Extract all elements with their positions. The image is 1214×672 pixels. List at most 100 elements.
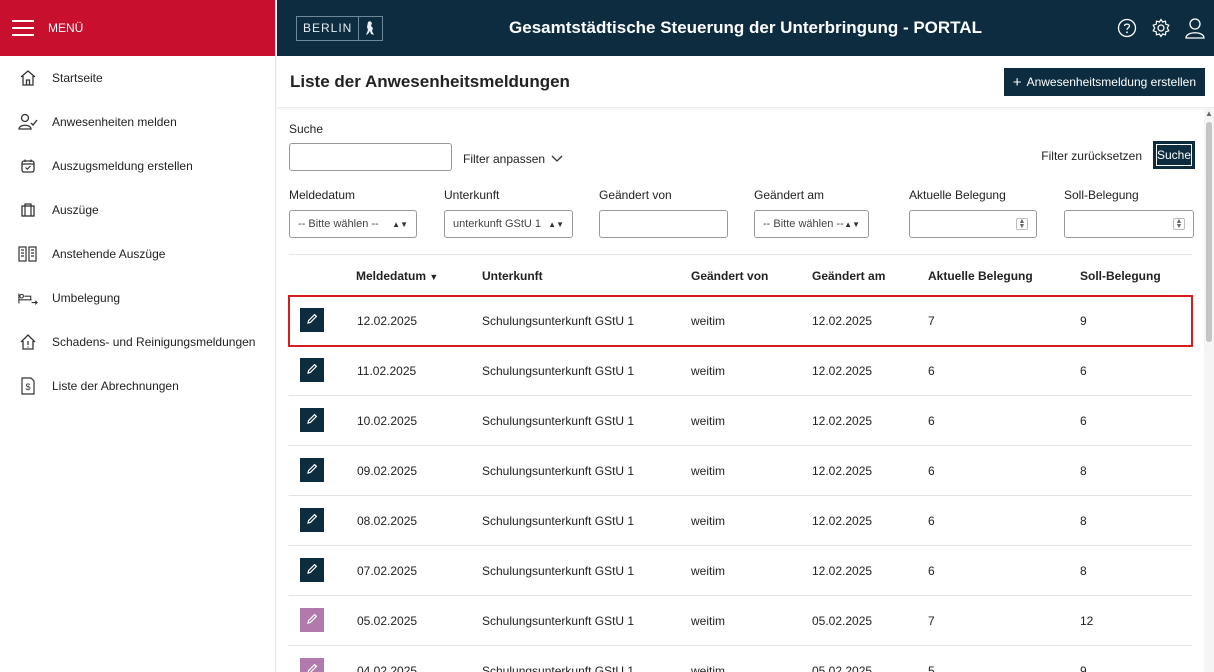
- filter-label: Geändert am: [754, 188, 825, 202]
- cell-meldedatum: 11.02.2025: [357, 364, 417, 378]
- cell-am: 12.02.2025: [812, 564, 873, 578]
- pencil-icon: [306, 413, 318, 428]
- spinner-icon[interactable]: ▲ ▼: [1173, 218, 1185, 230]
- sidebar-item-startseite[interactable]: Startseite: [0, 56, 275, 100]
- table-row[interactable]: 08.02.2025 Schulungsunterkunft GStU 1 weit…: [289, 496, 1192, 546]
- cell-aktuelle: 6: [928, 564, 935, 578]
- cell-aktuelle: 6: [928, 514, 935, 528]
- table-row[interactable]: 10.02.2025 Schulungsunterkunft GStU 1 weit…: [289, 396, 1192, 446]
- cell-aktuelle: 7: [928, 614, 935, 628]
- help-icon[interactable]: [1116, 17, 1138, 39]
- user-check-icon: [18, 112, 38, 132]
- user-icon[interactable]: [1184, 17, 1206, 39]
- sidebar-item-label: Schadens- und Reinigungsmeldungen: [52, 335, 256, 349]
- page-title: Liste der Anwesenheitsmeldungen: [290, 71, 570, 91]
- table-row[interactable]: 05.02.2025 Schulungsunterkunft GStU 1 weit…: [289, 596, 1192, 646]
- sidebar-item-auszuege[interactable]: Auszüge: [0, 188, 275, 232]
- edit-button[interactable]: [300, 458, 324, 482]
- col-meldedatum[interactable]: Meldedatum ▼: [356, 269, 438, 283]
- svg-text:$: $: [25, 382, 30, 392]
- col-geaendert-am[interactable]: Geändert am: [812, 269, 885, 283]
- aktuelle-number-input[interactable]: ▲ ▼: [909, 210, 1037, 238]
- bed-arrow-icon: [18, 288, 38, 308]
- cell-meldedatum: 12.02.2025: [357, 314, 418, 328]
- col-soll[interactable]: Soll-Belegung: [1080, 269, 1161, 283]
- filter-toggle[interactable]: Filter anpassen: [463, 152, 563, 166]
- table-row[interactable]: 04.02.2025 Schulungsunterkunft GStU 1 weit…: [289, 646, 1192, 672]
- soll-number-input[interactable]: ▲ ▼: [1064, 210, 1194, 238]
- cell-von: weitim: [691, 514, 726, 528]
- select-value: -- Bitte wählen --: [763, 218, 844, 230]
- filter-soll: Soll-Belegung ▲ ▼: [1064, 188, 1194, 238]
- sidebar-item-label: Startseite: [52, 71, 103, 85]
- cell-aktuelle: 6: [928, 414, 935, 428]
- sidebar-item-anstehende[interactable]: Anstehende Auszüge: [0, 232, 275, 276]
- edit-button[interactable]: [300, 308, 324, 332]
- chevron-down-icon: [551, 155, 563, 162]
- sidebar-item-abrechnungen[interactable]: $ Liste der Abrechnungen: [0, 364, 275, 408]
- filter-row: Meldedatum -- Bitte wählen -- ▲▼ Unterku…: [289, 188, 1195, 248]
- cell-meldedatum: 10.02.2025: [357, 414, 418, 428]
- spinner-icon[interactable]: ▲ ▼: [1016, 218, 1028, 230]
- sidebar-item-label: Anstehende Auszüge: [52, 247, 166, 261]
- col-aktuelle[interactable]: Aktuelle Belegung: [928, 269, 1033, 283]
- scrollbar-thumb[interactable]: [1206, 122, 1212, 342]
- cell-unterkunft: Schulungsunterkunft GStU 1: [482, 314, 635, 328]
- app-title: Gesamtstädtische Steuerung der Unterbrin…: [509, 18, 982, 37]
- filter-label: Meldedatum: [289, 188, 356, 202]
- sidebar: MENÜ Startseite Anwesenheiten melden Aus…: [0, 0, 276, 672]
- filter-geaendert-von: Geändert von: [599, 188, 728, 238]
- filter-label: Soll-Belegung: [1064, 188, 1139, 202]
- menu-toggle[interactable]: MENÜ: [0, 0, 275, 56]
- cell-von: weitim: [691, 664, 726, 672]
- table-row[interactable]: 09.02.2025 Schulungsunterkunft GStU 1 weit…: [289, 446, 1192, 496]
- geaendert-von-input[interactable]: [599, 210, 728, 238]
- sort-desc-icon: ▼: [429, 271, 439, 282]
- reports-table: Meldedatum ▼ Unterkunft Geändert von Geä…: [288, 254, 1193, 672]
- table-row[interactable]: 12.02.2025 Schulungsunterkunft GStU 1 weit…: [288, 295, 1193, 347]
- berlin-logo[interactable]: BERLIN: [296, 15, 384, 41]
- sidebar-item-anwesenheiten[interactable]: Anwesenheiten melden: [0, 100, 275, 144]
- search-button[interactable]: Suche: [1153, 141, 1195, 169]
- table-row[interactable]: 11.02.2025 Schulungsunterkunft GStU 1 weit…: [289, 346, 1192, 396]
- cell-unterkunft: Schulungsunterkunft GStU 1: [482, 364, 635, 378]
- cell-aktuelle: 7: [928, 314, 935, 328]
- meldedatum-select[interactable]: -- Bitte wählen -- ▲▼: [289, 210, 417, 238]
- search-area: Suche Filter anpassen Filter zurücksetze…: [289, 122, 1195, 171]
- edit-button[interactable]: [300, 508, 324, 532]
- edit-button[interactable]: [300, 558, 324, 582]
- gear-icon[interactable]: [1150, 17, 1172, 39]
- cell-soll: 9: [1080, 314, 1087, 328]
- bear-icon: [358, 15, 376, 41]
- filter-geaendert-am: Geändert am -- Bitte wählen -- ▲▼: [754, 188, 869, 238]
- edit-button[interactable]: [300, 658, 324, 672]
- edit-button[interactable]: [300, 408, 324, 432]
- unterkunft-select[interactable]: unterkunft GStU 1 ▲▼: [444, 210, 573, 238]
- cell-von: weitim: [691, 364, 726, 378]
- sidebar-item-auszugsmeldung[interactable]: Auszugsmeldung erstellen: [0, 144, 275, 188]
- sidebar-item-umbelegung[interactable]: Umbelegung: [0, 276, 275, 320]
- reset-filter-link[interactable]: Filter zurücksetzen: [1041, 149, 1142, 163]
- search-label: Suche: [289, 122, 324, 136]
- pencil-icon: [306, 663, 318, 672]
- pencil-icon: [306, 513, 318, 528]
- table-row[interactable]: 07.02.2025 Schulungsunterkunft GStU 1 weit…: [289, 546, 1192, 596]
- cell-aktuelle: 6: [928, 464, 935, 478]
- geaendert-am-select[interactable]: -- Bitte wählen -- ▲▼: [754, 210, 869, 238]
- select-value: unterkunft GStU 1: [453, 218, 542, 230]
- scroll-up-icon[interactable]: ▲: [1205, 109, 1213, 118]
- filter-aktuelle: Aktuelle Belegung ▲ ▼: [909, 188, 1037, 238]
- edit-button[interactable]: [300, 358, 324, 382]
- cell-meldedatum: 08.02.2025: [357, 514, 418, 528]
- sidebar-item-schadens[interactable]: Schadens- und Reinigungsmeldungen: [0, 320, 275, 364]
- scrollbar[interactable]: ▲: [1204, 108, 1214, 672]
- col-geaendert-von[interactable]: Geändert von: [691, 269, 768, 283]
- col-unterkunft[interactable]: Unterkunft: [482, 269, 543, 283]
- cell-soll: 8: [1080, 514, 1087, 528]
- table-header: Meldedatum ▼ Unterkunft Geändert von Geä…: [289, 254, 1192, 296]
- cell-meldedatum: 07.02.2025: [357, 564, 418, 578]
- sidebar-item-label: Umbelegung: [52, 291, 121, 305]
- search-input[interactable]: [289, 143, 452, 171]
- edit-button[interactable]: [300, 608, 324, 632]
- create-report-button[interactable]: + Anwesenheitsmeldung erstellen: [1003, 68, 1205, 96]
